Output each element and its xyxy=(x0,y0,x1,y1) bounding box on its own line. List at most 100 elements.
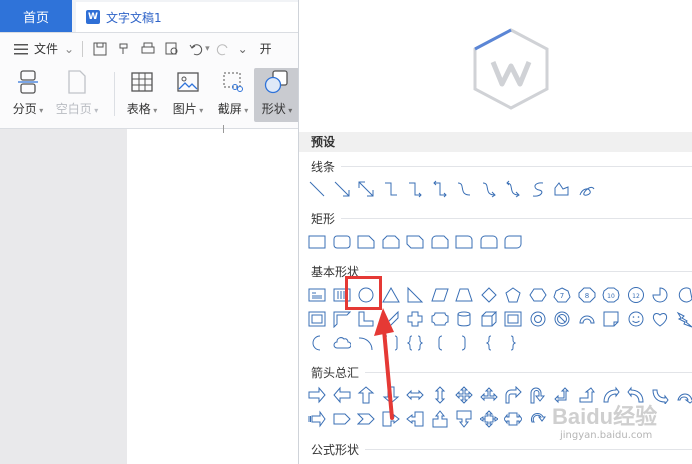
red-pointer-arrow-icon xyxy=(374,308,394,420)
round-diagonal-rectangle-shape[interactable] xyxy=(501,232,526,252)
cube-shape[interactable] xyxy=(477,309,502,329)
quad-arrow-callout-shape[interactable] xyxy=(477,409,502,429)
elbow-arrow-connector-shape[interactable] xyxy=(403,179,428,199)
redo-button[interactable] xyxy=(214,40,232,58)
pentagon-shape[interactable] xyxy=(501,285,526,305)
decagon-shape[interactable]: 10 xyxy=(599,285,624,305)
wps-logo-icon xyxy=(473,28,549,110)
decagon-number: 10 xyxy=(607,293,615,300)
left-brace-shape[interactable] xyxy=(477,333,502,353)
octagon-number: 8 xyxy=(585,292,589,300)
curved-arrow-connector-shape[interactable] xyxy=(477,179,502,199)
left-right-up-arrow-shape[interactable] xyxy=(477,385,502,405)
print-preview-button[interactable] xyxy=(163,40,181,58)
chord-shape[interactable] xyxy=(673,285,692,305)
folded-corner-shape[interactable] xyxy=(599,309,624,329)
smiley-face-shape[interactable] xyxy=(624,309,649,329)
customize-toolbar-button[interactable]: ⌄ xyxy=(238,42,248,56)
print-preview-icon xyxy=(163,40,181,58)
block-arc-shape[interactable] xyxy=(575,309,600,329)
text-box-shape[interactable] xyxy=(305,285,330,305)
shapes-button[interactable]: 形状 ▾ xyxy=(254,68,300,122)
snip-round-rectangle-shape[interactable] xyxy=(428,232,453,252)
cloud-shape[interactable] xyxy=(330,333,355,353)
octagon-shape[interactable]: 8 xyxy=(575,285,600,305)
redo-icon xyxy=(214,40,232,58)
heart-shape[interactable] xyxy=(648,309,673,329)
up-arrow-callout-shape[interactable] xyxy=(428,409,453,429)
arrows-row-2 xyxy=(305,409,550,429)
tab-document-label: 文字文稿1 xyxy=(106,10,162,25)
bent-arrow-shape[interactable] xyxy=(501,385,526,405)
undo-button[interactable]: ▾ xyxy=(187,40,210,58)
print-button[interactable] xyxy=(139,40,157,58)
left-bracket-shape[interactable] xyxy=(428,333,453,353)
screenshot-label: 截屏 ▾ xyxy=(217,102,249,116)
blank-page-button[interactable]: 空白页 ▾ xyxy=(54,68,100,122)
lightning-bolt-shape[interactable] xyxy=(673,309,692,329)
can-shape[interactable] xyxy=(452,309,477,329)
moon-shape[interactable] xyxy=(305,333,330,353)
snip-single-corner-rectangle-shape[interactable] xyxy=(354,232,379,252)
trapezoid-shape[interactable] xyxy=(452,285,477,305)
undo-dropdown-icon[interactable]: ▾ xyxy=(205,44,210,54)
line-shape[interactable] xyxy=(305,179,330,199)
left-arrow-shape[interactable] xyxy=(330,385,355,405)
elbow-double-arrow-connector-shape[interactable] xyxy=(428,179,453,199)
tab-document[interactable]: W 文字文稿1 xyxy=(76,2,300,32)
start-tab[interactable]: 开 xyxy=(260,40,272,57)
striped-right-arrow-shape[interactable] xyxy=(305,409,330,429)
page-break-button[interactable]: 分页 ▾ xyxy=(5,68,51,122)
donut-shape[interactable] xyxy=(526,309,551,329)
shapes-icon xyxy=(264,68,290,96)
shapes-label: 形状 ▾ xyxy=(261,102,293,116)
right-bracket-shape[interactable] xyxy=(452,333,477,353)
hamburger-icon xyxy=(12,40,30,58)
file-menu-button[interactable]: 文件 ⌄ xyxy=(12,40,74,58)
round-single-corner-rectangle-shape[interactable] xyxy=(452,232,477,252)
diamond-shape[interactable] xyxy=(477,285,502,305)
curve-shape[interactable] xyxy=(526,179,551,199)
pentagon-arrow-shape[interactable] xyxy=(330,409,355,429)
no-symbol-shape[interactable] xyxy=(550,309,575,329)
up-down-arrow-shape[interactable] xyxy=(428,385,453,405)
scribble-shape[interactable] xyxy=(575,179,600,199)
freeform-shape[interactable] xyxy=(550,179,575,199)
parallelogram-shape[interactable] xyxy=(428,285,453,305)
arrow-line-shape[interactable] xyxy=(330,179,355,199)
pie-shape[interactable] xyxy=(648,285,673,305)
right-brace-shape[interactable] xyxy=(501,333,526,353)
curved-connector-shape[interactable] xyxy=(452,179,477,199)
dodecagon-shape[interactable]: 12 xyxy=(624,285,649,305)
half-frame-shape[interactable] xyxy=(330,309,355,329)
picture-button[interactable]: 图片 ▾ xyxy=(165,68,211,122)
right-arrow-shape[interactable] xyxy=(305,385,330,405)
tab-home[interactable]: 首页 xyxy=(0,0,72,32)
page-break-icon xyxy=(15,68,41,96)
elbow-connector-shape[interactable] xyxy=(379,179,404,199)
document-page[interactable] xyxy=(127,125,300,464)
heptagon-shape[interactable]: 7 xyxy=(550,285,575,305)
double-arrow-line-shape[interactable] xyxy=(354,179,379,199)
plaque-shape[interactable] xyxy=(428,309,453,329)
snip-diagonal-rectangle-shape[interactable] xyxy=(403,232,428,252)
basic-shapes-row-3 xyxy=(305,333,526,353)
rounded-rectangle-shape[interactable] xyxy=(330,232,355,252)
frame-shape[interactable] xyxy=(305,309,330,329)
category-divider xyxy=(365,372,692,373)
down-arrow-callout-shape[interactable] xyxy=(452,409,477,429)
curved-double-arrow-connector-shape[interactable] xyxy=(501,179,526,199)
left-right-arrow-callout-shape[interactable] xyxy=(501,409,526,429)
bevel-shape[interactable] xyxy=(501,309,526,329)
quad-arrow-shape[interactable] xyxy=(452,385,477,405)
table-button[interactable]: 表格 ▾ xyxy=(119,68,165,122)
hexagon-shape[interactable] xyxy=(526,285,551,305)
format-painter-icon xyxy=(115,40,133,58)
save-button[interactable] xyxy=(91,40,109,58)
snip-same-side-rectangle-shape[interactable] xyxy=(379,232,404,252)
round-same-side-rectangle-shape[interactable] xyxy=(477,232,502,252)
watermark-brand: Baidu经验 xyxy=(552,404,657,429)
rectangle-shape[interactable] xyxy=(305,232,330,252)
screenshot-button[interactable]: 截屏 ▾ xyxy=(210,68,256,122)
format-painter-button[interactable] xyxy=(115,40,133,58)
